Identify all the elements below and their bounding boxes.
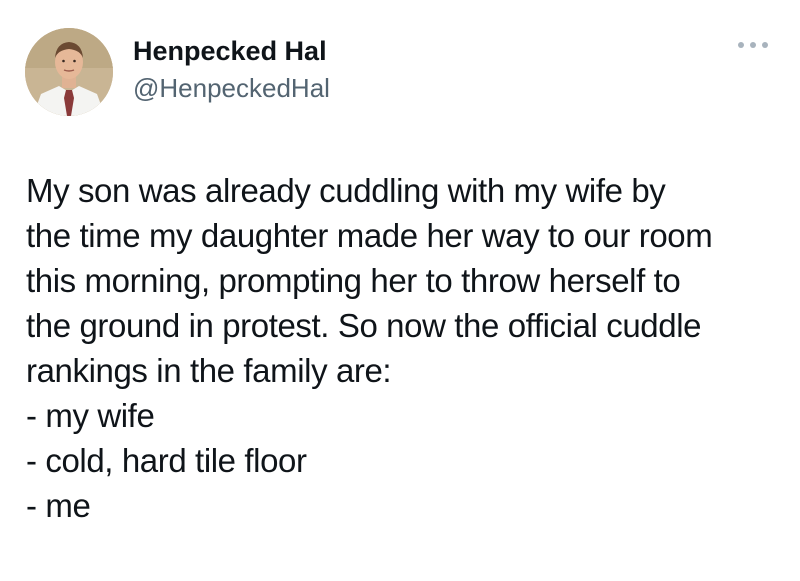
tweet-card: Henpecked Hal @HenpeckedHal My son was a… — [0, 0, 800, 581]
tweet-text-line: - me — [26, 487, 91, 524]
more-dot — [762, 42, 768, 48]
more-dot — [738, 42, 744, 48]
tweet-text-line: - my wife — [26, 397, 155, 434]
tweet-text-line: - cold, hard tile floor — [26, 442, 307, 479]
tweet-text-line: this morning, prompting her to throw her… — [26, 262, 681, 299]
tweet-text-line: the ground in protest. So now the offici… — [26, 307, 702, 344]
tweet-text-line: the time my daughter made her way to our… — [26, 217, 713, 254]
user-handle[interactable]: @HenpeckedHal — [133, 72, 330, 104]
tweet-text: My son was already cuddling with my wife… — [26, 168, 786, 528]
tweet-text-line: My son was already cuddling with my wife… — [26, 172, 666, 209]
more-horizontal-icon[interactable] — [738, 38, 768, 52]
more-dot — [750, 42, 756, 48]
tweet-text-line: rankings in the family are: — [26, 352, 392, 389]
display-name[interactable]: Henpecked Hal — [133, 34, 327, 68]
avatar[interactable] — [25, 28, 113, 116]
avatar-image — [25, 28, 113, 116]
